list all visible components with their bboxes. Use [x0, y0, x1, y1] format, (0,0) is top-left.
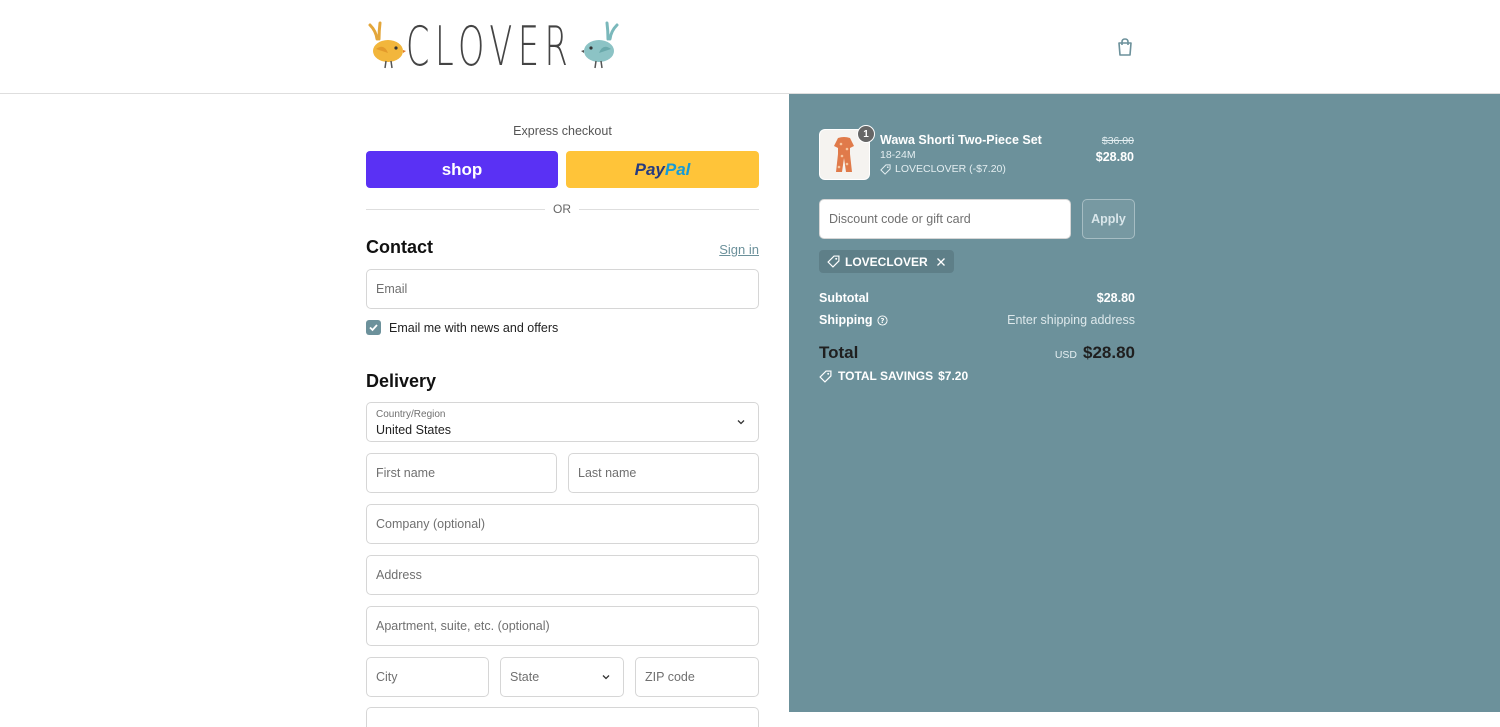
or-divider-label: OR	[545, 202, 579, 216]
checkmark-icon	[369, 324, 378, 332]
total-label: Total	[819, 343, 859, 362]
last-name-input[interactable]	[578, 466, 749, 480]
discount-code-field[interactable]	[819, 199, 1071, 239]
shipping-label-group: Shipping ?	[819, 313, 889, 327]
email-input[interactable]	[376, 282, 749, 296]
logo-text: CLOVER	[406, 14, 574, 78]
tag-icon	[880, 163, 891, 175]
shipping-label: Shipping	[819, 313, 873, 327]
shopping-bag-icon[interactable]	[1115, 37, 1135, 57]
address-field[interactable]	[366, 555, 759, 595]
country-select-label: Country/Region	[376, 409, 446, 420]
shop-pay-button[interactable]: shop	[366, 151, 558, 188]
price-original: $36.00	[1101, 135, 1134, 147]
savings-value: $7.20	[938, 369, 969, 383]
delivery-heading: Delivery	[366, 371, 437, 391]
sign-in-link[interactable]: Sign in	[700, 242, 759, 257]
total-row: Total USD $28.80	[819, 343, 1135, 363]
site-header: CLOVER	[0, 0, 1500, 94]
first-name-input[interactable]	[376, 466, 547, 480]
newsletter-checkbox[interactable]	[366, 320, 381, 335]
company-input[interactable]	[376, 517, 749, 531]
clover-logo[interactable]: CLOVER	[366, 15, 621, 78]
product-variant: 18-24M	[880, 149, 916, 161]
total-value: $28.80	[1083, 343, 1135, 362]
remove-discount-icon[interactable]	[936, 257, 946, 267]
zip-field[interactable]	[635, 657, 759, 697]
apartment-input[interactable]	[376, 619, 749, 633]
newsletter-label: Email me with news and offers	[389, 320, 559, 335]
shipping-value: Enter shipping address	[1007, 313, 1135, 327]
product-discount: LOVECLOVER (-$7.20)	[880, 163, 1006, 175]
first-name-field[interactable]	[366, 453, 557, 493]
state-select-label: State	[510, 670, 540, 684]
product-discount-label: LOVECLOVER (-$7.20)	[895, 163, 1006, 175]
zip-input[interactable]	[645, 670, 749, 684]
apply-discount-button[interactable]: Apply	[1082, 199, 1135, 239]
total-savings: TOTAL SAVINGS $7.20	[819, 369, 968, 383]
express-checkout-label: Express checkout	[513, 124, 612, 138]
company-field[interactable]	[366, 504, 759, 544]
teal-bird-icon	[581, 21, 619, 69]
paypal-button[interactable]: Pay Pal	[566, 151, 759, 188]
apartment-field[interactable]	[366, 606, 759, 646]
tag-icon	[827, 255, 840, 268]
order-summary-panel	[789, 94, 1500, 712]
shop-pay-label: shop	[441, 159, 483, 179]
discount-code-input[interactable]	[829, 212, 1061, 226]
subtotal-label: Subtotal	[819, 291, 869, 305]
quantity-badge: 1	[857, 125, 875, 143]
currency-code: USD	[1054, 349, 1077, 361]
last-name-field[interactable]	[568, 453, 759, 493]
address-input[interactable]	[376, 568, 749, 582]
country-select-value: United States	[376, 423, 452, 437]
paypal-label-pay: Pay	[634, 159, 665, 179]
subtotal-value: $28.80	[1096, 291, 1135, 305]
email-field[interactable]	[366, 269, 759, 309]
city-field[interactable]	[366, 657, 489, 697]
city-input[interactable]	[376, 670, 479, 684]
newsletter-option[interactable]: Email me with news and offers	[366, 320, 558, 335]
paypal-label-pal: Pal	[664, 159, 691, 179]
tag-icon	[819, 369, 832, 383]
svg-text:?: ?	[881, 316, 885, 324]
country-select[interactable]: Country/Region United States	[366, 402, 759, 442]
help-circle-icon[interactable]: ?	[877, 314, 889, 326]
phone-field[interactable]	[366, 707, 759, 727]
chevron-down-icon	[737, 420, 745, 425]
subtotal-row: Subtotal $28.80	[819, 291, 1135, 305]
shipping-row: Shipping ? Enter shipping address	[819, 313, 1135, 327]
contact-heading: Contact	[366, 237, 433, 257]
product-name: Wawa Shorti Two-Piece Set	[880, 133, 1042, 147]
price-final: $28.80	[1095, 150, 1134, 164]
applied-discount-code: LOVECLOVER	[845, 254, 928, 269]
state-select[interactable]: State	[500, 657, 624, 697]
total-amount: USD $28.80	[1055, 343, 1135, 363]
orange-bird-icon	[368, 21, 406, 69]
chevron-down-icon	[602, 675, 610, 680]
savings-label: TOTAL SAVINGS	[838, 369, 934, 383]
applied-discount-tag: LOVECLOVER	[819, 250, 954, 273]
